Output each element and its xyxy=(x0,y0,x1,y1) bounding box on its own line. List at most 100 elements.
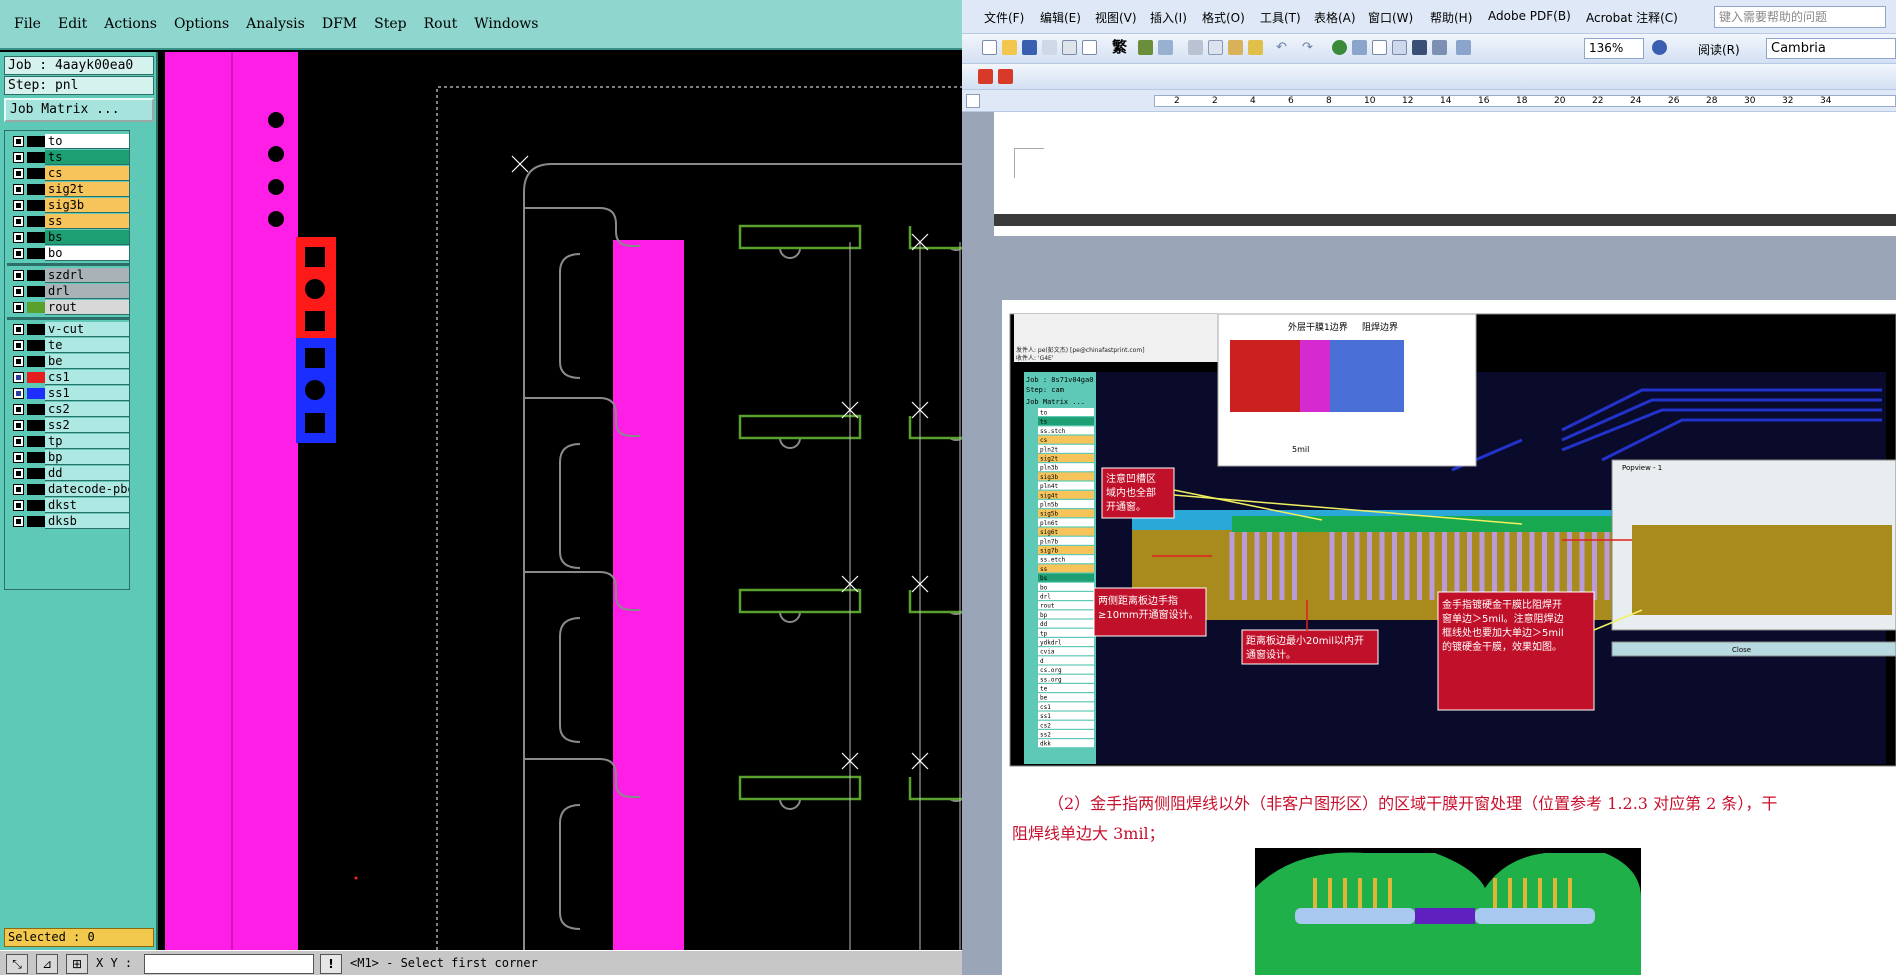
traditional-chinese-icon[interactable]: 繁 xyxy=(1112,40,1127,55)
layer-name[interactable]: bs xyxy=(45,230,129,245)
layer-checkbox[interactable] xyxy=(13,184,24,195)
font-select[interactable]: Cambria xyxy=(1766,38,1896,59)
open-folder-icon[interactable] xyxy=(1002,40,1017,55)
layer-name[interactable]: rout xyxy=(45,300,129,315)
save-icon[interactable] xyxy=(1022,40,1037,55)
xy-input[interactable] xyxy=(144,954,314,974)
copy-icon[interactable] xyxy=(1208,40,1223,55)
word-menu-window[interactable]: 窗口(W) xyxy=(1368,9,1413,26)
pdf-email-icon[interactable] xyxy=(998,69,1013,84)
layer-checkbox[interactable] xyxy=(13,452,24,463)
menu-dfm[interactable]: DFM xyxy=(322,16,357,32)
job-matrix-button[interactable]: Job Matrix ... xyxy=(4,98,154,122)
layer-checkbox[interactable] xyxy=(13,286,24,297)
word-menu-adobe-pdf[interactable]: Adobe PDF(B) xyxy=(1488,9,1571,23)
layer-name[interactable]: cs xyxy=(45,166,129,181)
layer-name[interactable]: dkst xyxy=(45,498,129,513)
layer-checkbox[interactable] xyxy=(13,356,24,367)
layer-name[interactable]: sig2t xyxy=(45,182,129,197)
help-icon[interactable] xyxy=(1652,40,1667,55)
redo-icon[interactable]: ↷ xyxy=(1302,40,1317,55)
layer-row-dkst[interactable]: dkst xyxy=(7,498,129,513)
measure-tool-icon[interactable]: ⊿ xyxy=(36,954,58,974)
layer-checkbox[interactable] xyxy=(13,152,24,163)
layer-name[interactable]: bo xyxy=(45,246,129,261)
paste-icon[interactable] xyxy=(1228,40,1243,55)
word-menu-tools[interactable]: 工具(T) xyxy=(1260,9,1301,26)
layer-checkbox[interactable] xyxy=(13,436,24,447)
document-area[interactable]: 发件人: pe(彭文杰) [pe@chinafastprint.com] 收件人… xyxy=(962,112,1896,975)
layer-name[interactable]: v-cut xyxy=(45,322,129,337)
word-menu-insert[interactable]: 插入(I) xyxy=(1150,9,1187,26)
layer-row-bp[interactable]: bp xyxy=(7,450,129,465)
layer-row-be[interactable]: be xyxy=(7,354,129,369)
word-menu-format[interactable]: 格式(O) xyxy=(1202,9,1245,26)
menu-analysis[interactable]: Analysis xyxy=(246,16,305,32)
hyperlink-icon[interactable] xyxy=(1332,40,1347,55)
layer-name[interactable]: ss1 xyxy=(45,386,129,401)
layer-row-cs1[interactable]: cs1 xyxy=(7,370,129,385)
warning-button[interactable]: ! xyxy=(320,954,342,974)
help-search-input[interactable]: 键入需要帮助的问题 xyxy=(1714,6,1886,28)
layer-checkbox[interactable] xyxy=(13,270,24,281)
layer-name[interactable]: tp xyxy=(45,434,129,449)
insert-table-icon[interactable] xyxy=(1372,40,1387,55)
layer-name[interactable]: ss2 xyxy=(45,418,129,433)
layer-name[interactable]: sig3b xyxy=(45,198,129,213)
layer-name[interactable]: dd xyxy=(45,466,129,481)
layer-name[interactable]: ss xyxy=(45,214,129,229)
layer-checkbox[interactable] xyxy=(13,500,24,511)
cut-icon[interactable] xyxy=(1188,40,1203,55)
layer-row-ss2[interactable]: ss2 xyxy=(7,418,129,433)
layer-name[interactable]: szdrl xyxy=(45,268,129,283)
layer-checkbox[interactable] xyxy=(13,168,24,179)
layer-row-ss1[interactable]: ss1 xyxy=(7,386,129,401)
print-preview-icon[interactable] xyxy=(1082,40,1097,55)
layer-name[interactable]: to xyxy=(45,134,129,149)
menu-actions[interactable]: Actions xyxy=(104,16,157,32)
layer-row-drl[interactable]: drl xyxy=(7,284,129,299)
layer-row-te[interactable]: te xyxy=(7,338,129,353)
layer-checkbox[interactable] xyxy=(13,216,24,227)
menu-options[interactable]: Options xyxy=(174,16,229,32)
new-doc-icon[interactable] xyxy=(982,40,997,55)
layer-checkbox[interactable] xyxy=(13,248,24,259)
layer-name[interactable]: ts xyxy=(45,150,129,165)
layer-row-cs[interactable]: cs xyxy=(7,166,129,181)
layer-row-datecode-pbe[interactable]: datecode-pbe xyxy=(7,482,129,497)
word-menu-edit[interactable]: 编辑(E) xyxy=(1040,9,1081,26)
layer-checkbox[interactable] xyxy=(13,302,24,313)
tables-borders-icon[interactable] xyxy=(1352,40,1367,55)
layer-checkbox[interactable] xyxy=(13,516,24,527)
layer-name[interactable]: be xyxy=(45,354,129,369)
layer-name[interactable]: te xyxy=(45,338,129,353)
research-icon[interactable] xyxy=(1158,40,1173,55)
layer-row-bs[interactable]: bs xyxy=(7,230,129,245)
zoom-tool-icon[interactable]: ⤡ xyxy=(6,954,28,974)
layer-row-tp[interactable]: tp xyxy=(7,434,129,449)
menu-file[interactable]: File xyxy=(14,16,41,32)
word-menu-file[interactable]: 文件(F) xyxy=(984,9,1024,26)
layer-name[interactable]: cs1 xyxy=(45,370,129,385)
layer-row-dksb[interactable]: dksb xyxy=(7,514,129,529)
layer-checkbox[interactable] xyxy=(13,420,24,431)
layer-row-rout[interactable]: rout xyxy=(7,300,129,315)
pdf-create-icon[interactable] xyxy=(978,69,993,84)
print-icon[interactable] xyxy=(1062,40,1077,55)
word-menu-acrobat[interactable]: Acrobat 注释(C) xyxy=(1586,9,1678,26)
drawing-icon[interactable] xyxy=(1432,40,1447,55)
menu-windows[interactable]: Windows xyxy=(474,16,538,32)
layer-name[interactable]: dksb xyxy=(45,514,129,529)
layer-name[interactable]: bp xyxy=(45,450,129,465)
menu-rout[interactable]: Rout xyxy=(424,16,458,32)
tab-selector-icon[interactable] xyxy=(966,94,980,108)
reading-mode-button[interactable]: 阅读(R) xyxy=(1698,41,1740,58)
layer-checkbox[interactable] xyxy=(13,340,24,351)
permission-icon[interactable] xyxy=(1042,40,1057,55)
insert-excel-icon[interactable] xyxy=(1392,40,1407,55)
layer-name[interactable]: datecode-pbe xyxy=(45,482,129,497)
layer-checkbox[interactable] xyxy=(13,136,24,147)
layer-row-ss[interactable]: ss xyxy=(7,214,129,229)
layer-checkbox[interactable] xyxy=(13,468,24,479)
cam-graphics-canvas[interactable] xyxy=(160,52,962,950)
